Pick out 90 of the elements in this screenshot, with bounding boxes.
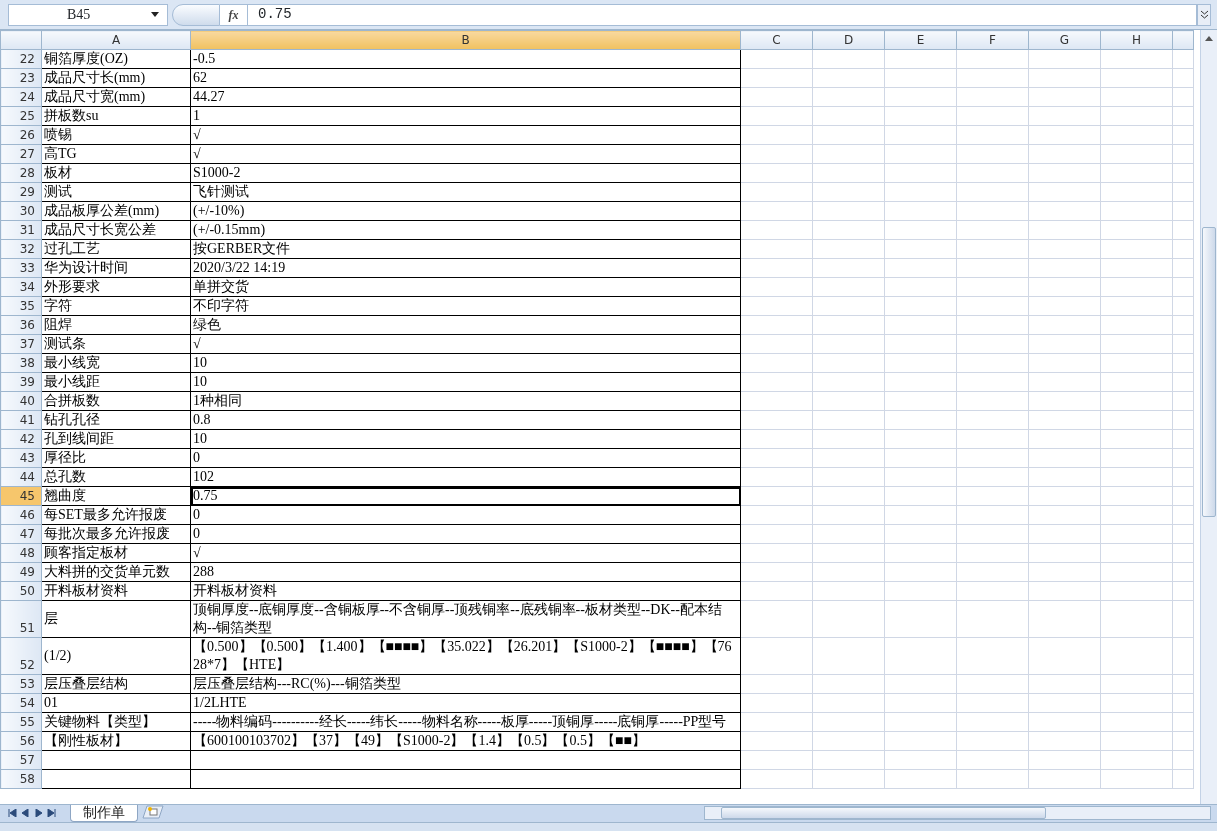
table-cell: 最小线距 — [41, 372, 191, 392]
table-cell: 最小线宽 — [41, 353, 191, 373]
table-cell: 阻焊 — [41, 315, 191, 335]
table-cell: 喷锡 — [41, 125, 191, 145]
table-cell: (+/-0.15mm) — [190, 220, 741, 240]
table-cell: 288 — [190, 562, 741, 582]
table-cell: 关键物料【类型】 — [41, 712, 191, 732]
table-cell: 10 — [190, 429, 741, 449]
table-cell: 1种相同 — [190, 391, 741, 411]
table-cell: 高TG — [41, 144, 191, 164]
table-cell: 62 — [190, 68, 741, 88]
sheet-tab[interactable]: 制作单 — [70, 805, 138, 822]
table-cell: 拼板数su — [41, 106, 191, 126]
vertical-scrollbar[interactable] — [1200, 30, 1217, 804]
column-header[interactable]: H — [1100, 30, 1173, 50]
table-cell: 开料板材资料 — [190, 581, 741, 601]
table-cell: 字符 — [41, 296, 191, 316]
table-cell: 1/2LHTE — [190, 693, 741, 713]
column-header[interactable]: G — [1028, 30, 1101, 50]
table-cell: 0 — [190, 524, 741, 544]
table-cell: 板材 — [41, 163, 191, 183]
table-cell: 过孔工艺 — [41, 239, 191, 259]
table-cell: 成品尺寸宽(mm) — [41, 87, 191, 107]
table-cell: 层压叠层结构---RC(%)---铜箔类型 — [190, 674, 741, 694]
table-cell: 【刚性板材】 — [41, 731, 191, 751]
table-cell: 按GERBER文件 — [190, 239, 741, 259]
table-cell: 顾客指定板材 — [41, 543, 191, 563]
table-cell: 2020/3/22 14:19 — [190, 258, 741, 278]
table-cell: -----物料编码----------经长-----纬长-----物料名称-----板厚-----顶铜厚-----底铜厚-----PP型号 — [190, 712, 741, 732]
table-cell: 厚径比 — [41, 448, 191, 468]
table-cell: 飞针测试 — [190, 182, 741, 202]
table-cell: 测试 — [41, 182, 191, 202]
horizontal-scrollbar[interactable] — [704, 806, 1211, 820]
table-cell: 绿色 — [190, 315, 741, 335]
table-cell: 44.27 — [190, 87, 741, 107]
table-cell: 开料板材资料 — [41, 581, 191, 601]
table-cell: 测试条 — [41, 334, 191, 354]
table-cell: 10 — [190, 372, 741, 392]
table-cell: 成品尺寸长宽公差 — [41, 220, 191, 240]
table-cell: 0.8 — [190, 410, 741, 430]
table-cell: -0.5 — [190, 49, 741, 69]
table-cell: 0 — [190, 448, 741, 468]
table-cell: 不印字符 — [190, 296, 741, 316]
table-cell: 合拼板数 — [41, 391, 191, 411]
table-cell: 102 — [190, 467, 741, 487]
expand-icon[interactable] — [1197, 3, 1211, 26]
column-header[interactable]: C — [740, 30, 813, 50]
row-header[interactable]: 51 — [0, 600, 42, 638]
table-cell: 外形要求 — [41, 277, 191, 297]
table-cell: 铜箔厚度(OZ) — [41, 49, 191, 69]
table-cell: (1/2) — [41, 637, 191, 675]
insert-sheet-icon[interactable] — [142, 805, 164, 819]
table-cell: 每SET最多允许报废 — [41, 505, 191, 525]
table-cell: √ — [190, 144, 741, 164]
column-header[interactable]: B — [190, 30, 741, 50]
row-header[interactable]: 52 — [0, 637, 42, 675]
table-cell: 翘曲度 — [41, 486, 191, 506]
table-cell: 顶铜厚度--底铜厚度--含铜板厚--不含铜厚--顶残铜率--底残铜率--板材类型--DK--配本结构--铜箔类型 — [190, 600, 741, 638]
table-cell: 华为设计时间 — [41, 258, 191, 278]
table-cell: 总孔数 — [41, 467, 191, 487]
formula-field[interactable]: 0.75 — [248, 3, 1197, 26]
table-cell: 每批次最多允许报废 — [41, 524, 191, 544]
table-cell[interactable]: 0.75 — [190, 486, 741, 506]
table-cell: 成品尺寸长(mm) — [41, 68, 191, 88]
table-cell: 层 — [41, 600, 191, 638]
table-cell: 【600100103702】【37】【49】【S1000-2】【1.4】【0.5】【0.5】【■■】 — [190, 731, 741, 751]
table-cell: 单拼交货 — [190, 277, 741, 297]
table-cell: 孔到线间距 — [41, 429, 191, 449]
table-cell: 成品板厚公差(mm) — [41, 201, 191, 221]
table-cell: 01 — [41, 693, 191, 713]
name-box[interactable]: B45 — [8, 3, 168, 26]
table-cell: √ — [190, 334, 741, 354]
table-cell: 0 — [190, 505, 741, 525]
table-cell: S1000-2 — [190, 163, 741, 183]
table-cell: 【0.500】【0.500】【1.400】【■■■■】【35.022】【26.201】【S1000-2】【■■■■】【7628*7】【HTE】 — [190, 637, 741, 675]
column-header[interactable]: A — [41, 30, 191, 50]
table-cell: 大料拼的交货单元数 — [41, 562, 191, 582]
resize-handle[interactable] — [172, 3, 220, 26]
table-cell: 层压叠层结构 — [41, 674, 191, 694]
table-cell: √ — [190, 543, 741, 563]
insert-function-button[interactable]: fx — [220, 3, 248, 26]
table-cell: (+/-10%) — [190, 201, 741, 221]
table-cell: 钻孔孔径 — [41, 410, 191, 430]
column-header[interactable]: E — [884, 30, 957, 50]
scroll-up-icon[interactable] — [1205, 36, 1213, 41]
column-header[interactable]: F — [956, 30, 1029, 50]
table-cell: 10 — [190, 353, 741, 373]
column-header[interactable]: D — [812, 30, 885, 50]
table-cell: √ — [190, 125, 741, 145]
table-cell: 1 — [190, 106, 741, 126]
